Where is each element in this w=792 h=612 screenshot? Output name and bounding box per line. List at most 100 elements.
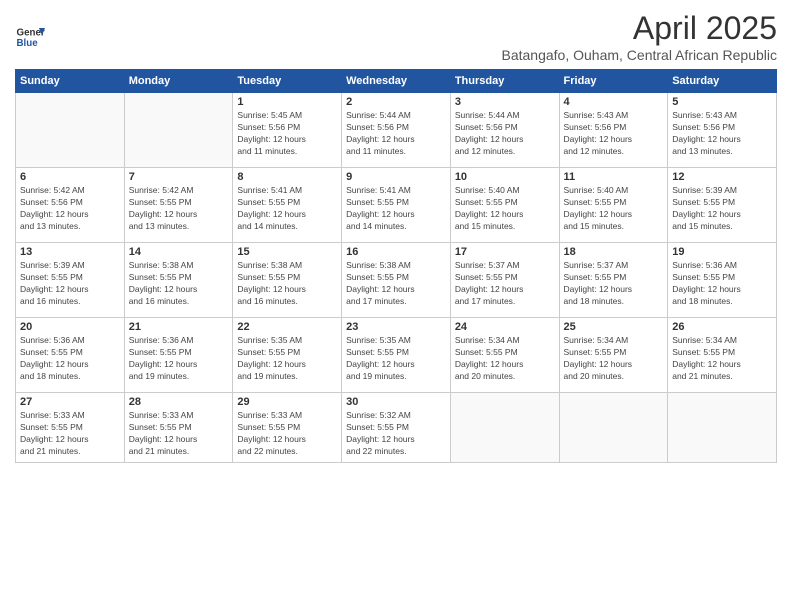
calendar-cell: 24 Sunrise: 5:34 AM Sunset: 5:55 PM Dayli… xyxy=(450,318,559,393)
day-info: Sunrise: 5:34 AM Sunset: 5:55 PM Dayligh… xyxy=(564,335,664,383)
calendar-cell: 11 Sunrise: 5:40 AM Sunset: 5:55 PM Dayli… xyxy=(559,168,668,243)
day-info: Sunrise: 5:39 AM Sunset: 5:55 PM Dayligh… xyxy=(672,185,772,233)
day-info: Sunrise: 5:38 AM Sunset: 5:55 PM Dayligh… xyxy=(346,260,446,308)
day-number: 21 xyxy=(129,321,229,333)
subtitle: Batangafo, Ouham, Central African Republ… xyxy=(502,47,778,63)
calendar-cell: 27Sunrise: 5:33 AM Sunset: 5:55 PM Dayli… xyxy=(16,393,125,463)
day-number: 8 xyxy=(237,171,337,183)
day-info: Sunrise: 5:40 AM Sunset: 5:55 PM Dayligh… xyxy=(455,185,555,233)
day-info: Sunrise: 5:32 AM Sunset: 5:55 PM Dayligh… xyxy=(346,410,446,458)
calendar-cell: 20 Sunrise: 5:36 AM Sunset: 5:55 PM Dayli… xyxy=(16,318,125,393)
day-number: 20 xyxy=(20,321,120,333)
calendar-cell: 6 Sunrise: 5:42 AM Sunset: 5:56 PM Daylig… xyxy=(16,168,125,243)
day-number: 11 xyxy=(564,171,664,183)
calendar-cell: 21 Sunrise: 5:36 AM Sunset: 5:55 PM Dayli… xyxy=(124,318,233,393)
calendar-cell xyxy=(16,93,125,168)
day-info: Sunrise: 5:42 AM Sunset: 5:55 PM Dayligh… xyxy=(129,185,229,233)
day-info: Sunrise: 5:37 AM Sunset: 5:55 PM Dayligh… xyxy=(455,260,555,308)
week-row-3: 13 Sunrise: 5:39 AM Sunset: 5:55 PM Dayli… xyxy=(16,243,777,318)
day-number: 24 xyxy=(455,321,555,333)
day-info: Sunrise: 5:34 AM Sunset: 5:55 PM Dayligh… xyxy=(672,335,772,383)
calendar-cell: 15Sunrise: 5:38 AM Sunset: 5:55 PM Dayli… xyxy=(233,243,342,318)
calendar-cell: 2 Sunrise: 5:44 AM Sunset: 5:56 PM Daylig… xyxy=(342,93,451,168)
day-number: 1 xyxy=(237,96,337,108)
calendar-cell: 13 Sunrise: 5:39 AM Sunset: 5:55 PM Dayli… xyxy=(16,243,125,318)
column-header-sunday: Sunday xyxy=(16,70,125,93)
day-number: 3 xyxy=(455,96,555,108)
calendar-cell: 23 Sunrise: 5:35 AM Sunset: 5:55 PM Dayli… xyxy=(342,318,451,393)
calendar-cell: 10 Sunrise: 5:40 AM Sunset: 5:55 PM Dayli… xyxy=(450,168,559,243)
day-info: Sunrise: 5:33 AM Sunset: 5:55 PM Dayligh… xyxy=(20,410,120,458)
day-info: Sunrise: 5:36 AM Sunset: 5:55 PM Dayligh… xyxy=(20,335,120,383)
day-number: 13 xyxy=(20,246,120,258)
calendar-cell: 17 Sunrise: 5:37 AM Sunset: 5:55 PM Dayli… xyxy=(450,243,559,318)
column-header-monday: Monday xyxy=(124,70,233,93)
day-info: Sunrise: 5:35 AM Sunset: 5:55 PM Dayligh… xyxy=(237,335,337,383)
calendar-cell xyxy=(559,393,668,463)
day-info: Sunrise: 5:34 AM Sunset: 5:55 PM Dayligh… xyxy=(455,335,555,383)
day-info: Sunrise: 5:35 AM Sunset: 5:55 PM Dayligh… xyxy=(346,335,446,383)
day-info: Sunrise: 5:33 AM Sunset: 5:55 PM Dayligh… xyxy=(129,410,229,458)
day-info: Sunrise: 5:36 AM Sunset: 5:55 PM Dayligh… xyxy=(129,335,229,383)
day-info: Sunrise: 5:42 AM Sunset: 5:56 PM Dayligh… xyxy=(20,185,120,233)
calendar-cell: 29Sunrise: 5:33 AM Sunset: 5:55 PM Dayli… xyxy=(233,393,342,463)
day-info: Sunrise: 5:44 AM Sunset: 5:56 PM Dayligh… xyxy=(346,110,446,158)
day-number: 7 xyxy=(129,171,229,183)
calendar-cell xyxy=(668,393,777,463)
day-number: 30 xyxy=(346,396,446,408)
calendar-cell xyxy=(450,393,559,463)
day-info: Sunrise: 5:39 AM Sunset: 5:55 PM Dayligh… xyxy=(20,260,120,308)
calendar-header-row: SundayMondayTuesdayWednesdayThursdayFrid… xyxy=(16,70,777,93)
calendar-cell: 26 Sunrise: 5:34 AM Sunset: 5:55 PM Dayli… xyxy=(668,318,777,393)
day-number: 10 xyxy=(455,171,555,183)
day-info: Sunrise: 5:44 AM Sunset: 5:56 PM Dayligh… xyxy=(455,110,555,158)
day-number: 17 xyxy=(455,246,555,258)
day-number: 18 xyxy=(564,246,664,258)
calendar-cell: 28Sunrise: 5:33 AM Sunset: 5:55 PM Dayli… xyxy=(124,393,233,463)
calendar-cell: 8 Sunrise: 5:41 AM Sunset: 5:55 PM Daylig… xyxy=(233,168,342,243)
header: General Blue April 2025 Batangafo, Ouham… xyxy=(15,10,777,63)
day-number: 5 xyxy=(672,96,772,108)
day-number: 12 xyxy=(672,171,772,183)
logo: General Blue xyxy=(15,22,48,52)
calendar-cell: 3 Sunrise: 5:44 AM Sunset: 5:56 PM Daylig… xyxy=(450,93,559,168)
day-number: 6 xyxy=(20,171,120,183)
calendar-cell: 1Sunrise: 5:45 AM Sunset: 5:56 PM Daylig… xyxy=(233,93,342,168)
calendar-cell: 30 Sunrise: 5:32 AM Sunset: 5:55 PM Dayli… xyxy=(342,393,451,463)
calendar: SundayMondayTuesdayWednesdayThursdayFrid… xyxy=(15,69,777,463)
day-info: Sunrise: 5:36 AM Sunset: 5:55 PM Dayligh… xyxy=(672,260,772,308)
column-header-friday: Friday xyxy=(559,70,668,93)
day-number: 29 xyxy=(237,396,337,408)
calendar-cell: 9 Sunrise: 5:41 AM Sunset: 5:55 PM Daylig… xyxy=(342,168,451,243)
column-header-saturday: Saturday xyxy=(668,70,777,93)
calendar-cell: 22 Sunrise: 5:35 AM Sunset: 5:55 PM Dayli… xyxy=(233,318,342,393)
week-row-4: 20 Sunrise: 5:36 AM Sunset: 5:55 PM Dayli… xyxy=(16,318,777,393)
calendar-cell: 25 Sunrise: 5:34 AM Sunset: 5:55 PM Dayli… xyxy=(559,318,668,393)
day-number: 2 xyxy=(346,96,446,108)
month-title: April 2025 xyxy=(502,10,778,47)
day-number: 19 xyxy=(672,246,772,258)
title-block: April 2025 Batangafo, Ouham, Central Afr… xyxy=(502,10,778,63)
day-info: Sunrise: 5:43 AM Sunset: 5:56 PM Dayligh… xyxy=(564,110,664,158)
day-number: 9 xyxy=(346,171,446,183)
day-number: 16 xyxy=(346,246,446,258)
calendar-cell: 5 Sunrise: 5:43 AM Sunset: 5:56 PM Daylig… xyxy=(668,93,777,168)
day-number: 25 xyxy=(564,321,664,333)
day-info: Sunrise: 5:38 AM Sunset: 5:55 PM Dayligh… xyxy=(237,260,337,308)
day-number: 14 xyxy=(129,246,229,258)
day-info: Sunrise: 5:41 AM Sunset: 5:55 PM Dayligh… xyxy=(346,185,446,233)
calendar-cell xyxy=(124,93,233,168)
day-number: 23 xyxy=(346,321,446,333)
day-info: Sunrise: 5:43 AM Sunset: 5:56 PM Dayligh… xyxy=(672,110,772,158)
logo-icon: General Blue xyxy=(15,22,45,52)
day-info: Sunrise: 5:41 AM Sunset: 5:55 PM Dayligh… xyxy=(237,185,337,233)
day-info: Sunrise: 5:37 AM Sunset: 5:55 PM Dayligh… xyxy=(564,260,664,308)
page: General Blue April 2025 Batangafo, Ouham… xyxy=(0,0,792,612)
calendar-cell: 4Sunrise: 5:43 AM Sunset: 5:56 PM Daylig… xyxy=(559,93,668,168)
day-number: 22 xyxy=(237,321,337,333)
day-number: 26 xyxy=(672,321,772,333)
column-header-wednesday: Wednesday xyxy=(342,70,451,93)
week-row-5: 27Sunrise: 5:33 AM Sunset: 5:55 PM Dayli… xyxy=(16,393,777,463)
day-info: Sunrise: 5:38 AM Sunset: 5:55 PM Dayligh… xyxy=(129,260,229,308)
day-info: Sunrise: 5:40 AM Sunset: 5:55 PM Dayligh… xyxy=(564,185,664,233)
